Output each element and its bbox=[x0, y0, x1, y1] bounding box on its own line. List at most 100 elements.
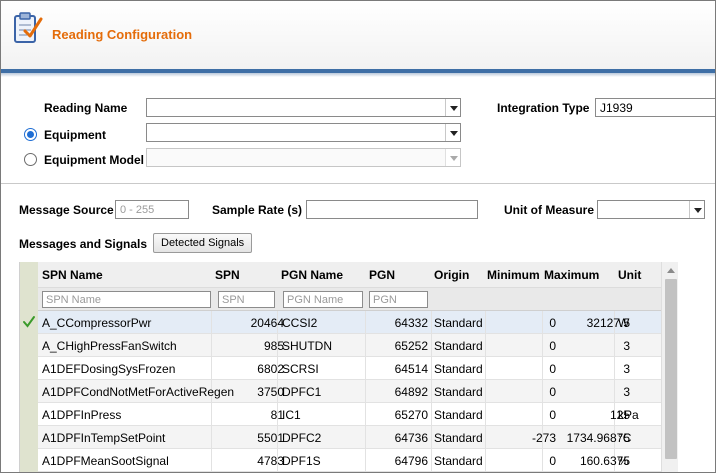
scroll-up-icon[interactable] bbox=[667, 268, 675, 273]
cell-unit: % bbox=[618, 454, 629, 468]
table-row[interactable]: A1DPFInTempSetPoint 5501 DPFC2 64736 Standar… bbox=[38, 426, 661, 449]
cell-pgn-name: SHUTDN bbox=[282, 339, 332, 353]
cell-pgn: 64514 bbox=[394, 362, 428, 376]
column-divider bbox=[485, 403, 486, 426]
chevron-down-icon[interactable] bbox=[445, 99, 460, 116]
cell-pgn-name: DPF1S bbox=[282, 454, 321, 468]
column-header-minimum[interactable]: Minimum bbox=[487, 268, 540, 282]
cell-unit: W bbox=[618, 316, 630, 330]
column-divider bbox=[211, 403, 212, 426]
cell-origin: Standard bbox=[434, 362, 483, 376]
equipment-model-label: Equipment Model bbox=[44, 153, 144, 167]
column-divider bbox=[431, 449, 432, 472]
column-header-pgn[interactable]: PGN bbox=[369, 268, 395, 282]
grid-scrollbar[interactable] bbox=[661, 262, 678, 472]
pgn-name-filter-input[interactable] bbox=[284, 292, 362, 308]
clipboard-check-icon bbox=[14, 12, 43, 43]
cell-spn-name: A1DPFInTempSetPoint bbox=[42, 431, 166, 445]
cell-spn: 985 bbox=[263, 339, 284, 353]
cell-minimum: 0 bbox=[549, 454, 556, 468]
sample-rate-label: Sample Rate (s) bbox=[212, 203, 303, 217]
equipment-radio[interactable] bbox=[24, 128, 37, 141]
column-divider bbox=[431, 403, 432, 426]
chevron-down-icon bbox=[445, 149, 460, 166]
equipment-select[interactable] bbox=[146, 123, 461, 142]
cell-origin: Standard bbox=[434, 339, 483, 353]
grid-filter-row bbox=[38, 288, 661, 311]
chevron-down-icon[interactable] bbox=[445, 124, 460, 141]
scroll-thumb[interactable] bbox=[665, 279, 677, 459]
cell-origin: Standard bbox=[434, 454, 483, 468]
column-divider bbox=[542, 403, 543, 426]
column-divider bbox=[431, 380, 432, 403]
message-source-input[interactable] bbox=[115, 200, 189, 219]
row-selector-gutter bbox=[20, 262, 38, 472]
cell-spn: 6802 bbox=[257, 362, 284, 376]
column-divider bbox=[211, 357, 212, 380]
reading-name-label: Reading Name bbox=[44, 101, 128, 115]
column-header-maximum[interactable]: Maximum bbox=[544, 268, 599, 282]
header-shadow bbox=[1, 73, 715, 77]
cell-pgn-name: DPFC2 bbox=[282, 431, 322, 445]
cell-pgn: 64736 bbox=[394, 431, 428, 445]
table-row[interactable]: A1DPFMeanSootSignal 4783 DPF1S 64796 Standar… bbox=[38, 449, 661, 472]
equipment-model-select bbox=[146, 148, 461, 167]
message-source-field[interactable] bbox=[116, 201, 188, 218]
column-divider bbox=[485, 311, 486, 334]
detected-signals-button[interactable]: Detected Signals bbox=[153, 233, 253, 253]
cell-origin: Standard bbox=[434, 408, 483, 422]
spn-filter-input[interactable] bbox=[219, 292, 274, 308]
cell-spn: 20464 bbox=[250, 316, 284, 330]
column-divider bbox=[614, 334, 615, 357]
page-header: Reading Configuration bbox=[1, 1, 715, 71]
column-divider bbox=[365, 449, 366, 472]
cell-spn-name: A1DEFDosingSysFrozen bbox=[42, 362, 176, 376]
pgn-name-filter[interactable] bbox=[283, 291, 363, 308]
table-row[interactable]: A1DEFDosingSysFrozen 6802 SCRSI 64514 Standa… bbox=[38, 357, 661, 380]
equipment-model-radio[interactable] bbox=[24, 153, 37, 166]
cell-origin: Standard bbox=[434, 385, 483, 399]
spn-name-filter[interactable] bbox=[42, 291, 211, 308]
cell-pgn: 65252 bbox=[394, 339, 428, 353]
cell-pgn: 64796 bbox=[394, 454, 428, 468]
cell-pgn-name: IC1 bbox=[282, 408, 301, 422]
chevron-down-icon[interactable] bbox=[689, 201, 704, 218]
column-header-unit[interactable]: Unit bbox=[618, 268, 641, 282]
cell-maximum: 3 bbox=[623, 385, 630, 399]
reading-configuration-window: Reading Configuration Reading Name Integ… bbox=[0, 0, 716, 473]
column-header-spn-name[interactable]: SPN Name bbox=[42, 268, 103, 282]
table-row[interactable]: A_CCompressorPwr 20464 CCSI2 64332 Standard 0… bbox=[38, 311, 661, 334]
cell-unit: kPa bbox=[618, 408, 639, 422]
table-row[interactable]: A_CHighPressFanSwitch 985 SHUTDN 65252 Stand… bbox=[38, 334, 661, 357]
reading-name-select[interactable] bbox=[146, 98, 461, 117]
sample-rate-input[interactable] bbox=[306, 200, 478, 219]
message-source-label: Message Source bbox=[19, 203, 114, 217]
pgn-filter-input[interactable] bbox=[370, 292, 427, 308]
cell-unit: °C bbox=[618, 431, 632, 445]
spn-filter[interactable] bbox=[218, 291, 275, 308]
messages-signals-label: Messages and Signals bbox=[19, 237, 148, 251]
column-divider bbox=[431, 334, 432, 357]
spn-name-filter-input[interactable] bbox=[43, 292, 210, 308]
cell-pgn: 64892 bbox=[394, 385, 428, 399]
column-divider bbox=[485, 426, 486, 449]
cell-spn-name: A1DPFInPress bbox=[42, 408, 122, 422]
equipment-label: Equipment bbox=[44, 128, 106, 142]
column-header-pgn-name[interactable]: PGN Name bbox=[281, 268, 343, 282]
column-divider bbox=[365, 403, 366, 426]
column-divider bbox=[211, 311, 212, 334]
cell-origin: Standard bbox=[434, 316, 483, 330]
integration-type-field[interactable]: J1939 bbox=[595, 98, 715, 117]
pgn-filter[interactable] bbox=[369, 291, 428, 308]
column-divider bbox=[485, 334, 486, 357]
integration-type-value: J1939 bbox=[600, 101, 633, 115]
column-header-origin[interactable]: Origin bbox=[434, 268, 469, 282]
column-header-spn[interactable]: SPN bbox=[215, 268, 240, 282]
table-row[interactable]: A1DPFInPress 81 IC1 65270 Standard 0 125 kPa bbox=[38, 403, 661, 426]
unit-of-measure-select[interactable] bbox=[597, 200, 705, 219]
cell-spn-name: A_CHighPressFanSwitch bbox=[42, 339, 177, 353]
cell-minimum: 0 bbox=[549, 316, 556, 330]
sample-rate-field[interactable] bbox=[307, 201, 477, 218]
table-row[interactable]: A1DPFCondNotMetForActiveRegen 3750 DPFC1 64… bbox=[38, 380, 661, 403]
integration-type-label: Integration Type bbox=[497, 101, 590, 115]
